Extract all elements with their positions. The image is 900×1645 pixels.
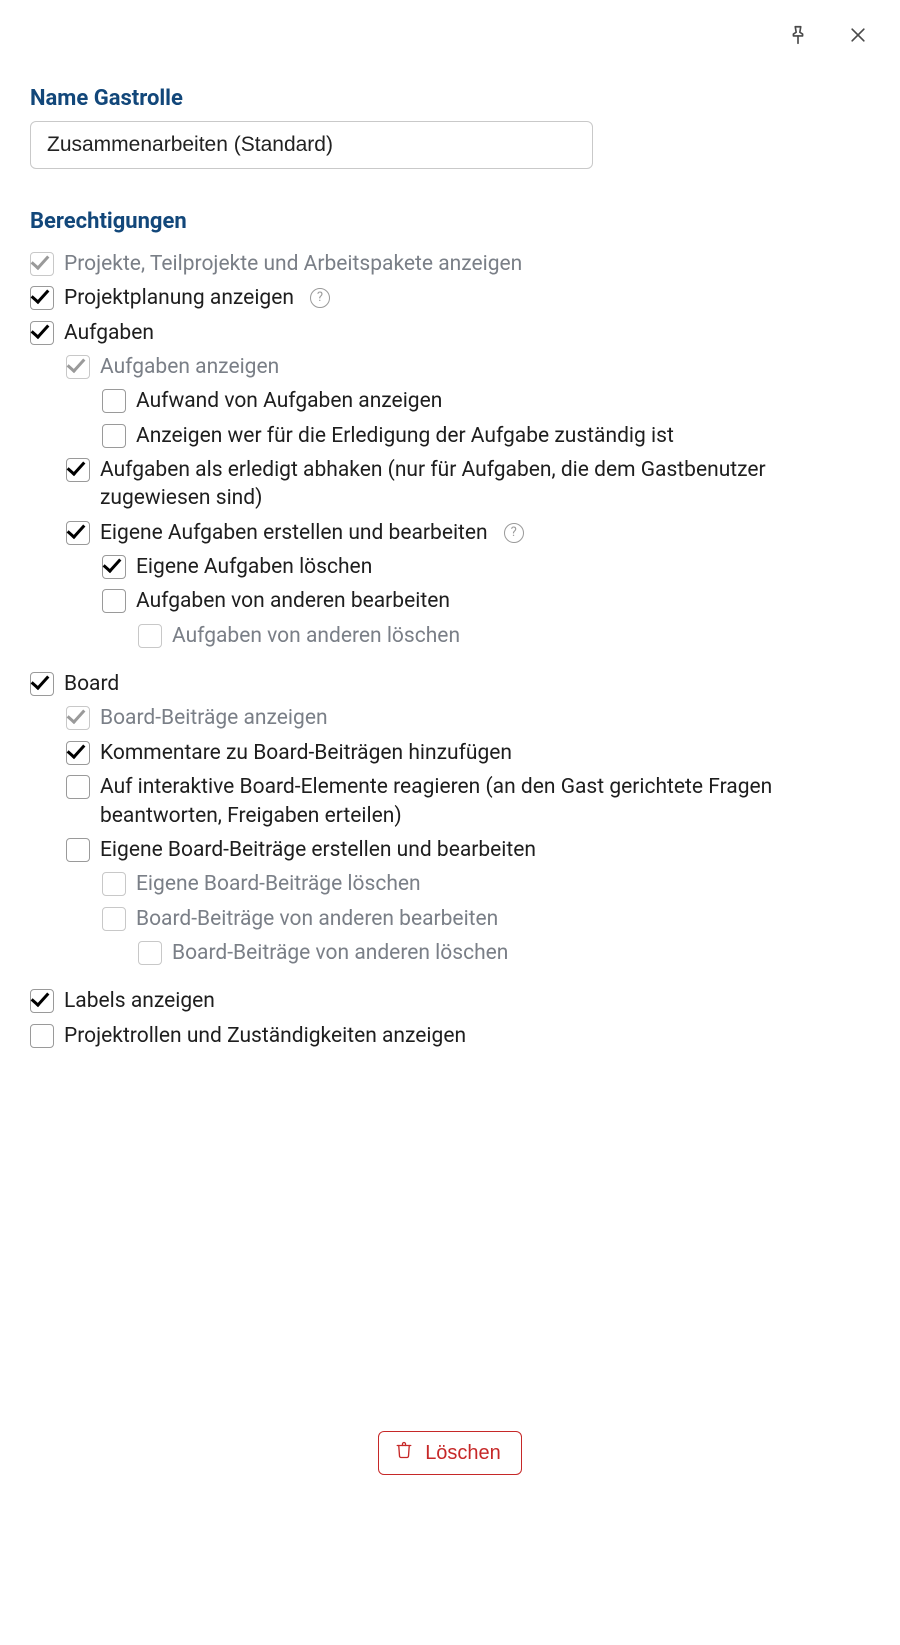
checkbox-view-task-effort[interactable] xyxy=(102,389,126,413)
permissions-tree: Projekte, Teilprojekte und Arbeitspakete… xyxy=(30,244,870,1056)
checkbox-edit-others-board xyxy=(102,907,126,931)
checkbox-delete-others-tasks xyxy=(138,624,162,648)
checkbox-view-projects xyxy=(30,252,54,276)
permissions-section-label: Berechtigungen xyxy=(30,209,870,234)
guest-role-name-input[interactable] xyxy=(30,121,593,169)
label-board: Board xyxy=(64,670,119,698)
label-view-projects: Projekte, Teilprojekte und Arbeitspakete… xyxy=(64,250,522,278)
checkbox-tasks[interactable] xyxy=(30,321,54,345)
label-create-edit-own-board: Eigene Board-Beiträge erstellen und bear… xyxy=(100,836,536,864)
titlebar xyxy=(30,0,870,56)
checkbox-board[interactable] xyxy=(30,672,54,696)
pin-icon[interactable] xyxy=(786,23,810,47)
delete-button-label: Löschen xyxy=(425,1442,501,1465)
checkbox-view-board-posts xyxy=(66,706,90,730)
checkbox-view-task-assignee[interactable] xyxy=(102,424,126,448)
label-create-edit-own-tasks: Eigene Aufgaben erstellen und bearbeiten xyxy=(100,519,488,547)
checkbox-view-project-roles[interactable] xyxy=(30,1024,54,1048)
checkbox-delete-own-tasks[interactable] xyxy=(102,555,126,579)
close-icon[interactable] xyxy=(846,23,870,47)
checkbox-view-project-planning[interactable] xyxy=(30,286,54,310)
checkbox-edit-others-tasks[interactable] xyxy=(102,589,126,613)
label-view-project-planning: Projektplanung anzeigen xyxy=(64,284,294,312)
label-view-tasks: Aufgaben anzeigen xyxy=(100,353,279,381)
guest-role-editor-panel: Name Gastrolle Berechtigungen Projekte, … xyxy=(0,0,900,1645)
checkbox-delete-own-board xyxy=(102,872,126,896)
label-delete-others-tasks: Aufgaben von anderen löschen xyxy=(172,622,460,650)
label-add-board-comments: Kommentare zu Board-Beiträgen hinzufügen xyxy=(100,739,512,767)
checkbox-react-board-elements[interactable] xyxy=(66,775,90,799)
delete-button[interactable]: Löschen xyxy=(378,1431,522,1475)
label-delete-own-tasks: Eigene Aufgaben löschen xyxy=(136,553,372,581)
label-react-board-elements: Auf interaktive Board-Elemente reagieren… xyxy=(100,773,870,830)
help-icon[interactable]: ? xyxy=(504,523,524,543)
checkbox-add-board-comments[interactable] xyxy=(66,741,90,765)
label-complete-assigned-tasks: Aufgaben als erledigt abhaken (nur für A… xyxy=(100,456,870,513)
label-tasks: Aufgaben xyxy=(64,319,154,347)
label-delete-own-board: Eigene Board-Beiträge löschen xyxy=(136,870,421,898)
name-section-label: Name Gastrolle xyxy=(30,86,870,111)
label-view-board-posts: Board-Beiträge anzeigen xyxy=(100,704,328,732)
checkbox-view-tasks xyxy=(66,355,90,379)
label-edit-others-board: Board-Beiträge von anderen bearbeiten xyxy=(136,905,498,933)
footer: Löschen xyxy=(30,1431,870,1645)
checkbox-complete-assigned-tasks[interactable] xyxy=(66,458,90,482)
label-view-project-roles: Projektrollen und Zuständigkeiten anzeig… xyxy=(64,1022,466,1050)
label-view-labels: Labels anzeigen xyxy=(64,987,215,1015)
help-icon[interactable]: ? xyxy=(310,288,330,308)
checkbox-view-labels[interactable] xyxy=(30,989,54,1013)
label-delete-others-board: Board-Beiträge von anderen löschen xyxy=(172,939,508,967)
checkbox-create-edit-own-board[interactable] xyxy=(66,838,90,862)
checkbox-create-edit-own-tasks[interactable] xyxy=(66,521,90,545)
label-view-task-assignee: Anzeigen wer für die Erledigung der Aufg… xyxy=(136,422,674,450)
checkbox-delete-others-board xyxy=(138,941,162,965)
label-view-task-effort: Aufwand von Aufgaben anzeigen xyxy=(136,387,442,415)
label-edit-others-tasks: Aufgaben von anderen bearbeiten xyxy=(136,587,450,615)
trash-icon xyxy=(395,1440,413,1466)
